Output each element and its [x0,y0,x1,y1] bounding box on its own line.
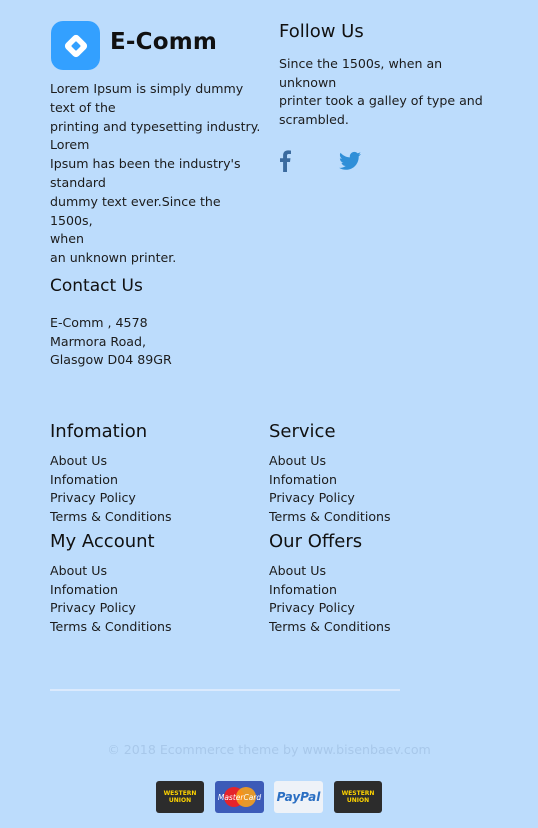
about-line: standard [50,174,106,190]
facebook-icon[interactable] [278,150,292,172]
footer-link[interactable]: Terms & Conditions [269,618,489,637]
follow-title: Follow Us [279,21,364,42]
twitter-icon[interactable] [339,151,361,171]
payment-label: WESTERN UNION [163,790,197,804]
column-title: Service [269,421,336,442]
footer-link[interactable]: Privacy Policy [269,489,489,508]
copyright-text: © 2018 Ecommerce theme by www.bisenbaev.… [107,742,431,757]
column-title: Infomation [50,421,148,442]
footer-link[interactable]: About Us [269,452,489,471]
follow-line: Since the 1500s, when an [279,56,443,71]
footer-link[interactable]: Privacy Policy [50,599,270,618]
diamond-logo-icon [64,34,87,57]
footer-link[interactable]: About Us [50,452,270,471]
footer-link[interactable]: About Us [50,562,270,581]
footer-link[interactable]: Privacy Policy [50,489,270,508]
contact-title: Contact Us [50,276,143,296]
address-line: Glasgow D04 89GR [50,352,172,367]
column-title: My Account [50,531,155,552]
footer-link[interactable]: Terms & Conditions [50,508,270,527]
footer-link[interactable]: Terms & Conditions [50,618,270,637]
footer-link[interactable]: Infomation [50,471,270,490]
about-line: Lorem [50,137,90,153]
column-information: Infomation About Us Infomation Privacy P… [50,420,270,526]
about-line: text of the [50,99,116,115]
paypal-icon: PayPal [274,781,323,813]
address-line: Marmora Road, [50,333,147,349]
brand-name: E-Comm [110,29,218,55]
mastercard-icon: MasterCard [215,781,264,813]
about-line: Lorem Ipsum is simply dummy [50,81,244,96]
follow-line: unknown [279,74,337,90]
payment-label: WESTERN UNION [341,790,375,804]
footer-link[interactable]: About Us [269,562,489,581]
column-our-offers: Our Offers About Us Infomation Privacy P… [269,530,489,636]
address-line: E-Comm , 4578 [50,315,148,330]
western-union-icon: WESTERN UNION [156,781,204,813]
about-text: Lorem Ipsum is simply dummy text of the … [50,80,265,268]
western-union-icon: WESTERN UNION [334,781,382,813]
column-service: Service About Us Infomation Privacy Poli… [269,420,489,526]
follow-line: scrambled. [279,111,349,127]
about-line: when [50,231,85,247]
about-line: printing and typesetting industry. [50,118,261,134]
column-title: Our Offers [269,531,363,552]
payment-label: PayPal [276,790,321,804]
about-line: Ipsum has been the industry's [50,156,241,172]
footer-link[interactable]: Privacy Policy [269,599,489,618]
footer-link[interactable]: Infomation [269,581,489,600]
footer-divider [50,689,400,691]
payment-label: MasterCard [217,792,262,802]
column-my-account: My Account About Us Infomation Privacy P… [50,530,270,636]
footer-link[interactable]: Terms & Conditions [269,508,489,527]
follow-line: printer took a galley of type and [279,93,483,108]
brand-logo[interactable] [51,21,100,70]
contact-address: E-Comm , 4578 Marmora Road, Glasgow D04 … [50,314,172,370]
footer-link[interactable]: Infomation [269,471,489,490]
about-line: an unknown printer. [50,250,177,266]
about-line: dummy text ever.Since the 1500s, [50,193,221,228]
footer-link[interactable]: Infomation [50,581,270,600]
follow-text: Since the 1500s, when an unknown printer… [279,55,494,129]
